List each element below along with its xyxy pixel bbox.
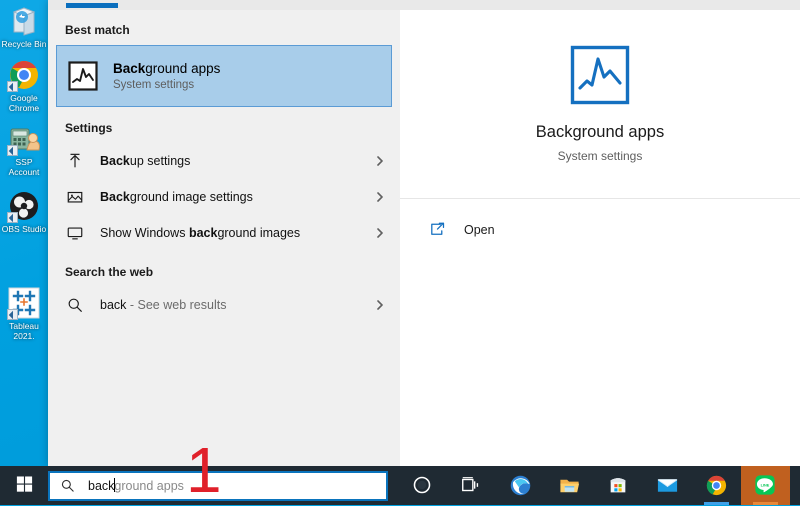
settings-item-label-pre: Show Windows: [100, 226, 189, 240]
web-result-label: back - See web results: [100, 298, 373, 312]
chevron-right-icon: [373, 154, 387, 168]
web-result-back[interactable]: back - See web results: [48, 287, 400, 323]
taskbar-item-file-explorer[interactable]: [545, 466, 594, 505]
settings-item-label: Backup settings: [100, 154, 373, 168]
chevron-right-icon: [373, 190, 387, 204]
search-icon: [60, 478, 76, 494]
file-explorer-icon: [558, 474, 582, 498]
google-chrome-icon: [7, 58, 41, 92]
monitor-icon: [65, 223, 85, 243]
results-column: Best match Background apps System settin…: [48, 10, 400, 466]
panel-accent-bar: [66, 3, 118, 8]
settings-item-label-rest: ground images: [217, 226, 300, 240]
chevron-right-icon: [373, 298, 387, 312]
preview-card: Background apps System settings: [400, 10, 800, 199]
settings-item-label: Background image settings: [100, 190, 373, 204]
desktop-icon-label: Tableau 2021.: [0, 321, 48, 341]
tableau-icon: [7, 286, 41, 320]
desktop-icon-recycle-bin[interactable]: Recycle Bin: [0, 4, 48, 49]
best-match-heading: Best match: [48, 14, 400, 45]
desktop-icon-obs-studio[interactable]: OBS Studio: [0, 189, 48, 234]
mail-icon: [656, 474, 680, 498]
settings-item-label-bold: back: [189, 226, 218, 240]
svg-text:LINE: LINE: [760, 483, 769, 487]
desktop-icon-label: Google Chrome: [0, 93, 48, 113]
open-external-icon: [428, 220, 448, 240]
shortcut-overlay-icon: [7, 212, 18, 223]
best-match-result-background-apps[interactable]: Background apps System settings: [56, 45, 392, 107]
chevron-right-icon: [373, 226, 387, 240]
start-button[interactable]: [0, 466, 48, 505]
settings-item-label: Show Windows background images: [100, 226, 373, 240]
search-suggestion-text: ground apps: [114, 479, 184, 493]
settings-item-label-rest: ground image settings: [130, 190, 253, 204]
settings-item-label-rest: up settings: [130, 154, 190, 168]
taskbar-item-cortana[interactable]: [398, 466, 447, 505]
windows-logo-icon: [15, 474, 34, 498]
open-action-label: Open: [464, 223, 495, 237]
desktop-icon-label: OBS Studio: [0, 224, 48, 234]
taskbar-item-line[interactable]: LINE: [741, 466, 790, 505]
taskbar: background apps: [0, 466, 800, 505]
backup-upload-icon: [65, 151, 85, 171]
panel-body: Best match Background apps System settin…: [48, 10, 800, 466]
desktop-icon-tableau[interactable]: Tableau 2021.: [0, 286, 48, 341]
picture-icon: [65, 187, 85, 207]
search-typed-text: back: [88, 479, 114, 493]
cortana-icon: [411, 474, 435, 498]
settings-item-show-windows-background-images[interactable]: Show Windows background images: [48, 215, 400, 251]
preview-subtitle: System settings: [558, 149, 643, 163]
settings-item-label-bold: Back: [100, 154, 130, 168]
best-match-title-rest: ground apps: [145, 61, 220, 76]
taskbar-search-box[interactable]: background apps: [48, 471, 388, 501]
panel-accent-bar-row: [48, 0, 800, 10]
web-result-suffix: - See web results: [126, 298, 226, 312]
open-action-button[interactable]: Open: [400, 209, 800, 251]
shortcut-overlay-icon: [7, 309, 18, 320]
desktop-icon-list: Recycle Bin Google Chrome: [0, 0, 48, 350]
settings-item-backup-settings[interactable]: Backup settings: [48, 143, 400, 179]
chart-square-icon: [570, 45, 630, 105]
desktop-icon-label: SSP Account: [0, 157, 48, 177]
ssp-account-icon: [7, 122, 41, 156]
desktop-icon-ssp-account[interactable]: SSP Account: [0, 122, 48, 177]
settings-item-background-image-settings[interactable]: Background image settings: [48, 179, 400, 215]
line-icon: LINE: [754, 474, 778, 498]
preview-column: Background apps System settings Open 2: [400, 10, 800, 466]
microsoft-store-icon: [607, 474, 631, 498]
search-the-web-heading: Search the web: [48, 251, 400, 287]
best-match-title-bold: Back: [113, 61, 145, 76]
best-match-subtitle: System settings: [113, 78, 220, 93]
desktop-icon-label: Recycle Bin: [0, 39, 48, 49]
shortcut-overlay-icon: [7, 81, 18, 92]
taskbar-item-mail[interactable]: [643, 466, 692, 505]
search-input-text[interactable]: background apps: [88, 478, 184, 493]
task-view-icon: [460, 474, 484, 498]
web-result-query: back: [100, 298, 126, 312]
microsoft-edge-icon: [509, 474, 533, 498]
shortcut-overlay-icon: [7, 145, 18, 156]
taskbar-item-microsoft-edge[interactable]: [496, 466, 545, 505]
recycle-bin-icon: [7, 4, 41, 38]
taskbar-item-task-view[interactable]: [447, 466, 496, 505]
desktop-icon-google-chrome[interactable]: Google Chrome: [0, 58, 48, 113]
taskbar-item-microsoft-store[interactable]: [594, 466, 643, 505]
windows-search-panel: Best match Background apps System settin…: [48, 0, 800, 466]
settings-item-label-bold: Back: [100, 190, 130, 204]
best-match-title: Background apps: [113, 60, 220, 77]
chart-square-icon: [67, 60, 99, 92]
settings-heading: Settings: [48, 107, 400, 143]
search-icon: [65, 295, 85, 315]
obs-studio-icon: [7, 189, 41, 223]
google-chrome-icon: [705, 474, 729, 498]
taskbar-pinned-items: LINE: [398, 466, 790, 505]
preview-title: Background apps: [536, 123, 664, 142]
taskbar-item-google-chrome[interactable]: [692, 466, 741, 505]
